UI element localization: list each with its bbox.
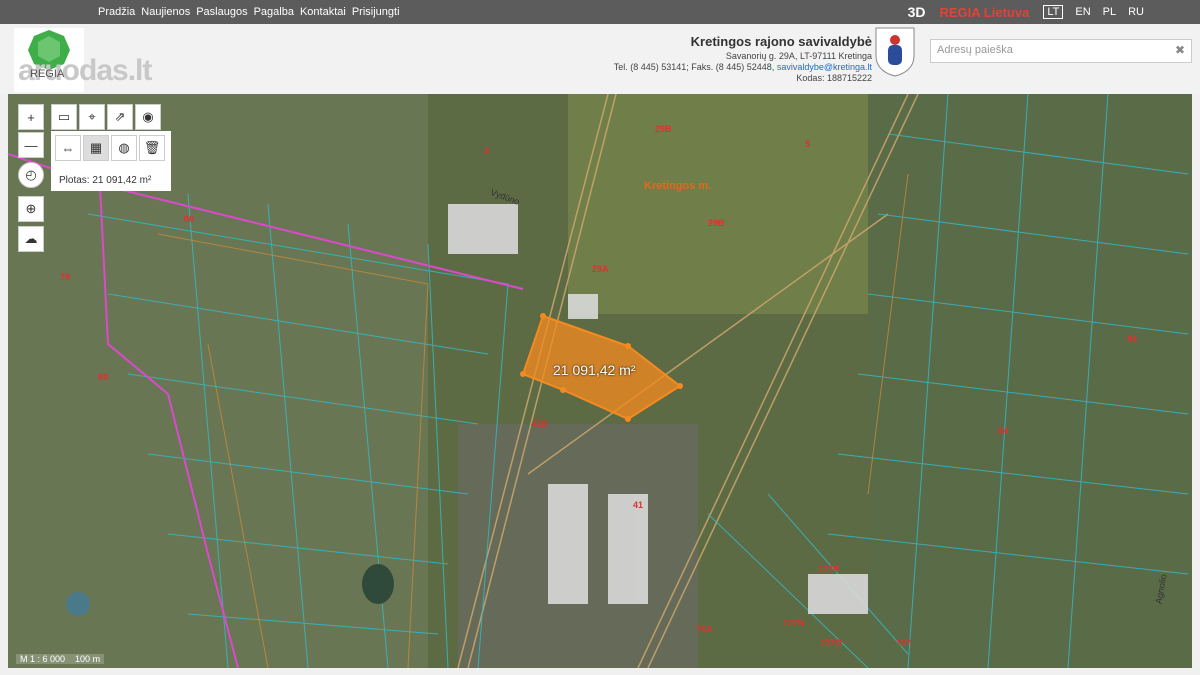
- municipality-phone: Tel. (8 445) 53141; Faks. (8 445) 52448,: [613, 62, 775, 72]
- nav-pradzia[interactable]: Pradžia: [98, 6, 135, 18]
- lang-en[interactable]: EN: [1075, 6, 1090, 18]
- parcel-area-label: 21 091,42 m²: [553, 362, 636, 378]
- parcel-label: 29B: [655, 124, 672, 134]
- parcel-label: 127O: [820, 638, 843, 648]
- municipality-email[interactable]: savivaldybe@kretinga.lt: [777, 62, 872, 72]
- parcel-label: 60: [184, 214, 195, 224]
- scale-bar: 100 m: [75, 654, 101, 664]
- delete-icon[interactable]: 🗑: [139, 135, 165, 161]
- parcel-label: 76A: [696, 624, 713, 634]
- header: aruodas.lt REGIA Kretingos rajono saviva…: [0, 24, 1200, 94]
- nav-paslaugos[interactable]: Paslaugos: [196, 6, 247, 18]
- parcel-label: 80: [98, 372, 109, 382]
- lang-pl[interactable]: PL: [1103, 6, 1116, 18]
- zoom-out-button[interactable]: —: [18, 132, 44, 158]
- measure-distance-icon[interactable]: ▭: [51, 104, 77, 130]
- locate-icon[interactable]: ⊕: [18, 196, 44, 222]
- municipality-info: Kretingos rajono savivaldybė Savanorių g…: [614, 34, 872, 84]
- parcel-label: 84: [1127, 334, 1138, 344]
- brand-link[interactable]: REGIA Lietuva: [940, 5, 1030, 20]
- town-label: Kretingos m.: [644, 180, 712, 192]
- zoom-in-button[interactable]: +: [18, 104, 44, 130]
- nav-kontaktai[interactable]: Kontaktai: [300, 6, 346, 18]
- municipality-code: Kodas: 188715222: [796, 73, 872, 83]
- top-navigation: Pradžia Naujienos Paslaugos Pagalba Kont…: [98, 0, 406, 24]
- map-scale: M 1 : 6 000 100 m: [16, 654, 105, 664]
- measure-circle-icon[interactable]: ◍: [111, 135, 137, 161]
- search-placeholder: Adresų paieška: [937, 44, 1013, 56]
- parcel-label: 127N: [783, 618, 805, 628]
- measure-panel: ⇔ ▦ ◍ 🗑 Plotas: 21 091,42 m²: [51, 131, 171, 191]
- lang-ru[interactable]: RU: [1128, 6, 1144, 18]
- parcel-label: 127: [896, 638, 912, 648]
- parcel-label: 29A: [592, 264, 609, 274]
- view-3d-button[interactable]: 3D: [908, 4, 926, 20]
- parcel-label: 43B: [531, 419, 548, 429]
- municipality-name: Kretingos rajono savivaldybė: [690, 34, 872, 49]
- nav-prisijungti[interactable]: Prisijungti: [352, 6, 400, 18]
- municipality-address: Savanorių g. 29A, LT-97111 Kretinga: [725, 51, 872, 61]
- nav-naujienos[interactable]: Naujienos: [141, 6, 190, 18]
- parcel-label: 41: [633, 500, 644, 510]
- regia-logo-text: REGIA: [30, 68, 65, 80]
- share-icon[interactable]: ⇗: [107, 104, 133, 130]
- top-right-controls: 3D REGIA Lietuva LT EN PL RU: [908, 0, 1150, 24]
- scale-ratio: M 1 : 6 000: [20, 654, 66, 664]
- measure-area-icon[interactable]: ▦: [83, 135, 109, 161]
- measure-line-icon[interactable]: ⇔: [55, 135, 81, 161]
- clear-search-icon[interactable]: ✖: [1175, 43, 1185, 57]
- parcel-label: 29B: [708, 218, 725, 228]
- measured-area-text: Plotas: 21 091,42 m²: [59, 175, 152, 186]
- top-bar: Pradžia Naujienos Paslaugos Pagalba Kont…: [0, 0, 1200, 24]
- marker-icon[interactable]: ⌖: [79, 104, 105, 130]
- parcel-label: 127B: [818, 564, 840, 574]
- parcel-label: 3: [484, 146, 490, 156]
- map-layers-icon[interactable]: ☁: [18, 226, 44, 252]
- parcel-label: 5: [805, 139, 811, 149]
- parcel-label: 78: [60, 272, 71, 282]
- municipality-contacts: Tel. (8 445) 53141; Faks. (8 445) 52448,…: [614, 62, 872, 73]
- parcel-label: 84: [998, 426, 1009, 436]
- coat-of-arms-icon: [875, 27, 915, 77]
- compass-icon[interactable]: ◴: [18, 162, 44, 188]
- map-canvas: [8, 94, 1192, 668]
- map-viewport[interactable]: + — ◴ ⊕ ☁ ▭ ⌖ ⇗ ◉ ⇔ ▦ ◍ 🗑 Plotas: 21 091…: [8, 94, 1192, 668]
- target-icon[interactable]: ◉: [135, 104, 161, 130]
- lang-lt[interactable]: LT: [1043, 5, 1064, 19]
- nav-pagalba[interactable]: Pagalba: [254, 6, 294, 18]
- address-search-input[interactable]: Adresų paieška ✖: [930, 39, 1192, 63]
